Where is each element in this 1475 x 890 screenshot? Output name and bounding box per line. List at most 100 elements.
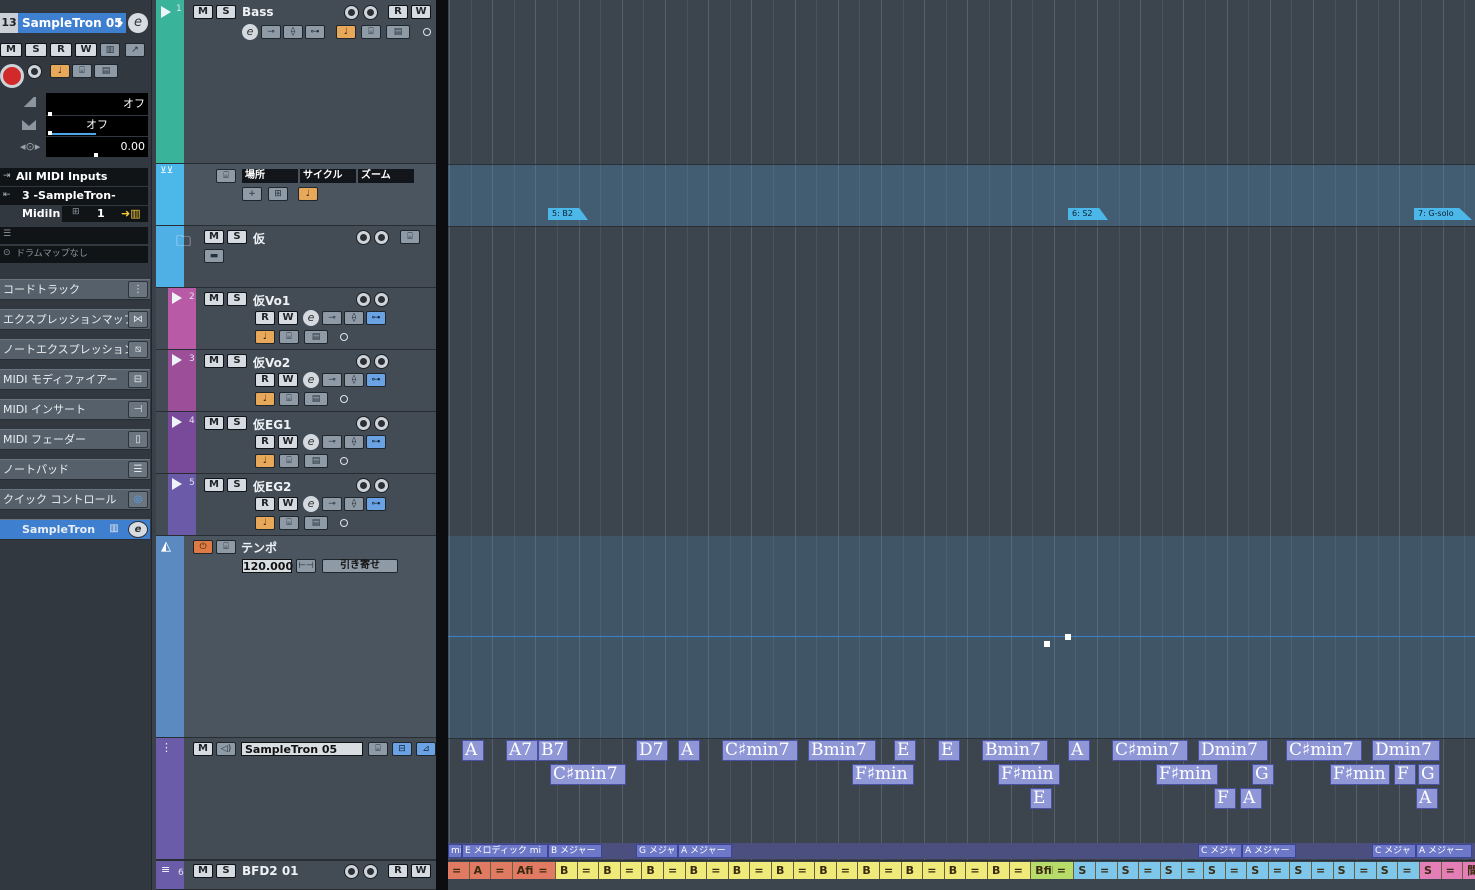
section-quick-controls[interactable]: クイック コントロール ◎ — [0, 489, 150, 510]
inspector-track-name[interactable]: SampleTron 05 — [18, 13, 126, 33]
active-dot-icon[interactable] — [340, 457, 348, 465]
quick-controls-icon[interactable]: ◎ — [128, 491, 148, 508]
write-button[interactable]: W — [278, 435, 298, 449]
locate-select[interactable]: 場所 — [242, 169, 298, 183]
section-instrument[interactable]: SampleTron ▥ e — [0, 519, 150, 540]
edit-instrument-arrow-icon[interactable]: ➜▥ — [121, 206, 141, 222]
pattern-event[interactable]: B — [815, 862, 837, 879]
bypass-sends-icon[interactable]: ⊶ — [366, 497, 386, 511]
monitor-icon[interactable] — [363, 864, 378, 879]
program-field[interactable] — [0, 227, 148, 244]
edit-channel-icon[interactable]: e — [242, 24, 258, 40]
scale-event[interactable]: A メジャー — [1416, 844, 1472, 858]
lock-icon[interactable]: ⌸ — [72, 64, 92, 78]
collapse-arrow-icon[interactable] — [161, 6, 171, 18]
event-display[interactable]: 5: B2 6: S2 7: G-solo A A7 B7 D7 A C♯min7 Bmin… — [448, 0, 1475, 890]
add-cycle-marker-icon[interactable]: ⊞ — [268, 187, 288, 201]
record-enable-button[interactable] — [0, 64, 24, 88]
scale-event[interactable]: A メジャー — [678, 844, 732, 858]
track-marker[interactable]: ⊻⊻ ⌸ 場所 サイクル ズーム + ⊞ ♩ — [156, 164, 436, 226]
monitor-icon[interactable] — [374, 416, 389, 431]
track-name[interactable]: Bass — [242, 5, 274, 19]
track-color-bar[interactable] — [156, 536, 184, 737]
midi-inserts-icon[interactable]: ⊣ — [128, 401, 148, 418]
pattern-event[interactable]: B — [858, 862, 880, 879]
chord-event[interactable]: F♯min — [1156, 764, 1218, 785]
chord-event[interactable]: Bmin7 — [982, 740, 1048, 761]
bypass-inserts-icon[interactable]: ⊸ — [322, 435, 342, 449]
record-enable-icon[interactable] — [356, 230, 371, 245]
edit-channel-icon[interactable]: e — [303, 310, 319, 326]
pattern-event[interactable]: = — [1268, 862, 1291, 879]
section-midi-inserts[interactable]: MIDI インサート ⊣ — [0, 399, 150, 420]
folder-icon[interactable]: 🗀 — [176, 231, 191, 256]
bypass-inserts-icon[interactable]: ⊸ — [322, 373, 342, 387]
chord-event[interactable]: G — [1418, 764, 1440, 785]
scale-event[interactable]: C メジャ — [1198, 844, 1242, 858]
pattern-event[interactable]: = — [664, 862, 686, 879]
record-enable-icon[interactable] — [344, 864, 359, 879]
lock-icon[interactable]: ⌸ — [368, 742, 388, 756]
track-tempo[interactable]: ◭ ⏻ ⌸ テンポ 120.000 ⊢⊣ 引き寄せ — [156, 536, 436, 738]
track-name[interactable]: 仮EG2 — [253, 478, 291, 495]
mute-button[interactable]: M — [204, 230, 224, 244]
pattern-event[interactable]: B — [685, 862, 708, 879]
pattern-event[interactable]: = — [1096, 862, 1118, 879]
pattern-event[interactable]: B — [556, 862, 578, 879]
write-button[interactable]: W — [278, 311, 298, 325]
chord-event[interactable]: E — [894, 740, 916, 761]
pattern-event[interactable]: B — [772, 862, 794, 879]
add-marker-icon[interactable]: + — [242, 187, 262, 201]
lock-icon[interactable]: ⌸ — [361, 25, 381, 39]
track-name[interactable]: 仮Vo1 — [253, 292, 290, 309]
pattern-event[interactable]: 間 — [1463, 862, 1475, 879]
track-name[interactable]: 仮 — [253, 230, 265, 247]
monitor-icon[interactable] — [374, 354, 389, 369]
record-enable-icon[interactable] — [356, 292, 371, 307]
track-bfd[interactable]: ≡ 6 M S BFD2 01 R W — [156, 860, 436, 890]
inspector-solo-button[interactable]: S — [25, 43, 47, 57]
bypass-inserts-icon[interactable]: ⊸ — [322, 497, 342, 511]
chord-event[interactable]: G — [1252, 764, 1274, 785]
pattern-event[interactable]: = — [923, 862, 945, 879]
monitor-icon[interactable] — [374, 478, 389, 493]
pattern-event[interactable]: S — [1204, 862, 1226, 879]
section-chord-track[interactable]: コードトラック ⋮ — [0, 279, 150, 300]
pattern-event[interactable]: = — [1398, 862, 1420, 879]
pan-handle[interactable] — [48, 131, 52, 135]
active-dot-icon[interactable] — [340, 395, 348, 403]
collapse-arrow-icon[interactable] — [172, 354, 182, 366]
pattern-event[interactable]: = — [491, 862, 513, 879]
pattern-event[interactable]: S — [1290, 862, 1312, 879]
keyboard-icon[interactable]: ▤ — [304, 454, 328, 468]
chord-event[interactable]: F♯min — [998, 764, 1060, 785]
collapse-arrow-icon[interactable] — [172, 416, 182, 428]
pattern-event[interactable]: = — [1052, 862, 1075, 879]
keyboard-icon[interactable]: ▤ — [304, 392, 328, 406]
bypass-inserts-icon[interactable]: ⊸ — [322, 311, 342, 325]
tempo-point[interactable] — [1044, 641, 1050, 647]
bypass-inserts-icon[interactable]: ⊸ — [261, 25, 281, 39]
volume-field[interactable]: オフ — [46, 93, 148, 115]
pattern-event[interactable]: = — [448, 862, 470, 879]
active-dot-icon[interactable] — [340, 519, 348, 527]
edit-instrument-icon[interactable]: e — [128, 13, 148, 33]
track-vo2[interactable]: 3 M S 仮Vo2 R W e ⊸ ⟠ ⊶ ♩ ⌸ ▤ — [156, 350, 436, 412]
pattern-event[interactable]: = — [1355, 862, 1377, 879]
musical-mode-icon[interactable]: ♩ — [50, 64, 70, 78]
active-dot-icon[interactable] — [423, 28, 431, 36]
midi-output-select[interactable]: 3 -SampleTron-MidiIn — [0, 187, 148, 220]
voicings-icon[interactable]: ⊟ — [392, 742, 412, 756]
read-button[interactable]: R — [255, 497, 275, 511]
chord-event[interactable]: Dmin7 — [1198, 740, 1268, 761]
bypass-eq-icon[interactable]: ⟠ — [283, 25, 303, 39]
track-folder[interactable]: 🗀 M S 仮 ⌸ ▬ — [156, 226, 436, 288]
keyboard-icon[interactable]: ▤ — [304, 330, 328, 344]
lock-icon[interactable]: ⌸ — [216, 540, 236, 554]
pattern-event[interactable]: B — [599, 862, 621, 879]
musical-mode-icon[interactable]: ♩ — [255, 516, 275, 530]
pattern-event[interactable]: S — [1117, 862, 1140, 879]
note-expression-icon[interactable]: ⧅ — [128, 341, 148, 358]
solo-button[interactable]: S — [227, 478, 247, 492]
splitter[interactable] — [436, 0, 448, 890]
